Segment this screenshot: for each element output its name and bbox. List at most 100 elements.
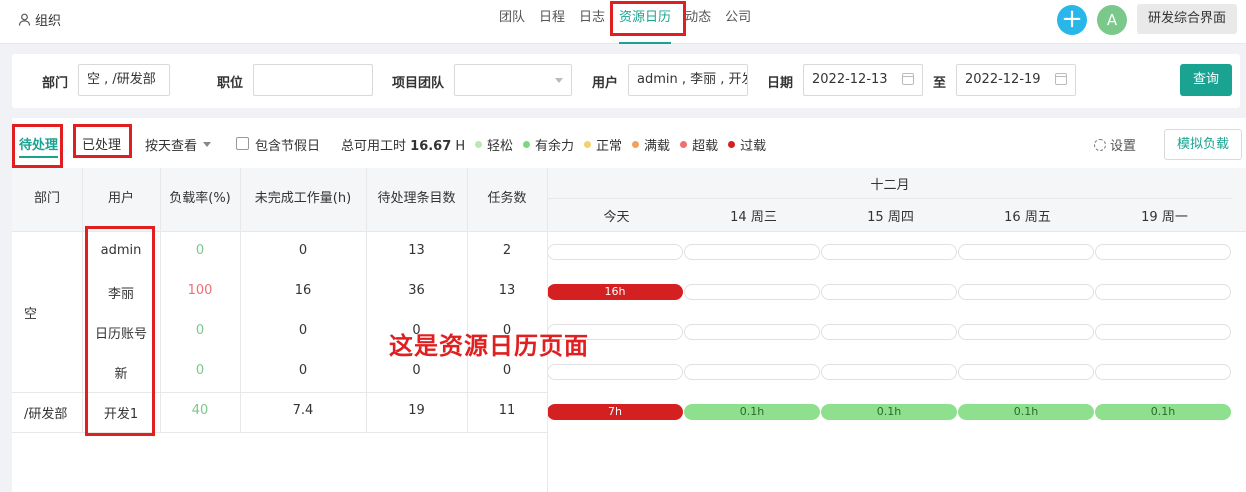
day-header: 今天 — [603, 210, 630, 225]
task-count-cell: 0 — [502, 363, 512, 378]
column-header: 负载率(%) — [169, 191, 231, 206]
legend-label: 有余力 — [535, 139, 575, 154]
load-bar[interactable]: 16h — [547, 284, 683, 300]
load-bar[interactable] — [821, 364, 957, 380]
nav-item[interactable]: 公司 — [718, 0, 758, 44]
total-hours-unit: H — [455, 139, 466, 154]
load-rate-cell: 40 — [191, 403, 209, 418]
load-bar[interactable] — [821, 244, 957, 260]
nav-item[interactable]: 日程 — [532, 0, 572, 44]
team-label: 项目团队 — [392, 76, 445, 91]
dept-cell: /研发部 — [24, 407, 68, 422]
nav-item[interactable]: 团队 — [492, 0, 532, 44]
total-hours: 总可用工时 16.67 H — [341, 135, 465, 154]
unfinished-cell: 0 — [298, 363, 308, 378]
unfinished-cell: 0 — [298, 323, 308, 338]
filter-bar: 部门 空 , /研发部 职位 项目团队 用户 admin , 李丽 , 开发1 … — [12, 54, 1240, 108]
load-bar[interactable] — [1095, 324, 1231, 340]
add-button[interactable]: + — [1057, 5, 1087, 35]
settings-button[interactable]: 设置 — [1094, 135, 1136, 154]
load-bar[interactable] — [1095, 284, 1231, 300]
calendar-icon — [902, 73, 914, 85]
column-header: 用户 — [107, 191, 134, 206]
workspace-switch[interactable]: 研发综合界面 — [1137, 4, 1237, 34]
resource-table: 部门 用户 负载率(%) 未完成工作量(h) 待处理条目数 任务数 十二月 今天 14 周三… — [12, 168, 1246, 492]
to-label: 至 — [933, 76, 947, 91]
column-header: 任务数 — [487, 191, 527, 206]
load-legend: 轻松 有余力 正常 满载 超载 过载 — [475, 135, 766, 154]
date-from-value: 2022-12-13 — [812, 72, 888, 87]
load-bar[interactable]: 0.1h — [821, 404, 957, 420]
legend-item: 正常 — [584, 135, 622, 154]
view-mode-select[interactable]: 按天查看 — [145, 135, 212, 154]
load-rate-cell: 0 — [195, 363, 205, 378]
legend-item: 超载 — [680, 135, 718, 154]
load-bar[interactable] — [684, 324, 820, 340]
load-bar[interactable] — [821, 284, 957, 300]
settings-label: 设置 — [1110, 139, 1137, 154]
legend-label: 满载 — [644, 139, 671, 154]
pending-count-cell: 13 — [408, 243, 425, 258]
load-bar[interactable]: 0.1h — [684, 404, 820, 420]
highlight-box — [73, 124, 132, 158]
legend-item: 有余力 — [523, 135, 574, 154]
dept-cell: 空 — [24, 307, 38, 322]
nav-item[interactable]: 日志 — [572, 0, 612, 44]
simulate-load-button[interactable]: 模拟负载 — [1164, 129, 1242, 160]
chevron-down-icon — [203, 142, 212, 147]
date-to-input[interactable]: 2022-12-19 — [956, 64, 1076, 96]
load-bar[interactable] — [958, 324, 1094, 340]
load-bar[interactable] — [684, 364, 820, 380]
load-bar[interactable]: 0.1h — [1095, 404, 1231, 420]
org-switch[interactable]: 组织 — [18, 10, 61, 29]
gear-icon — [1094, 138, 1106, 151]
load-bar[interactable] — [684, 284, 820, 300]
legend-label: 轻松 — [487, 139, 514, 154]
load-bar[interactable] — [1095, 364, 1231, 380]
query-button[interactable]: 查询 — [1180, 64, 1232, 96]
load-bar[interactable]: 7h — [547, 404, 683, 420]
load-bar[interactable]: 0.1h — [958, 404, 1094, 420]
chevron-down-icon — [555, 78, 563, 83]
dept-label: 部门 — [42, 76, 69, 91]
load-bar[interactable] — [821, 324, 957, 340]
include-holidays-checkbox[interactable] — [236, 137, 249, 150]
avatar[interactable]: A — [1097, 5, 1127, 35]
highlight-box — [85, 226, 155, 436]
task-count-cell: 2 — [502, 243, 512, 258]
legend-dot — [584, 141, 592, 148]
legend-dot — [475, 141, 482, 148]
calendar-icon — [1055, 73, 1067, 85]
legend-item: 过载 — [728, 135, 766, 154]
user-select[interactable]: admin , 李丽 , 开发1 — [628, 64, 748, 96]
position-input[interactable] — [253, 64, 373, 96]
load-bar[interactable] — [958, 364, 1094, 380]
load-bar[interactable] — [684, 244, 820, 260]
load-bar[interactable] — [1095, 244, 1231, 260]
team-select[interactable] — [454, 64, 572, 96]
highlight-box — [610, 1, 686, 36]
day-header: 16 周五 — [1004, 210, 1051, 225]
highlight-box — [12, 124, 63, 168]
day-header: 14 周三 — [730, 210, 777, 225]
legend-dot — [523, 141, 531, 148]
annotation-text: 这是资源日历页面 — [389, 332, 589, 360]
date-from-input[interactable]: 2022-12-13 — [803, 64, 923, 96]
load-rate-cell: 0 — [195, 243, 205, 258]
load-bar[interactable] — [958, 244, 1094, 260]
legend-dot — [728, 141, 736, 148]
dept-select[interactable]: 空 , /研发部 — [78, 64, 170, 96]
load-bar[interactable] — [547, 244, 683, 260]
legend-label: 过载 — [740, 139, 767, 154]
day-header: 19 周一 — [1141, 210, 1188, 225]
load-bar[interactable] — [958, 284, 1094, 300]
task-count-cell: 11 — [498, 403, 516, 418]
column-header: 待处理条目数 — [377, 191, 456, 206]
pending-count-cell: 19 — [408, 403, 425, 418]
date-to-value: 2022-12-19 — [965, 72, 1041, 87]
calendar-header: 十二月 今天 14 周三 15 周四 16 周五 19 周一 — [547, 168, 1246, 232]
column-header: 部门 — [33, 191, 60, 206]
load-bar[interactable] — [547, 364, 683, 380]
legend-item: 满载 — [632, 135, 670, 154]
user-label: 用户 — [592, 76, 619, 91]
